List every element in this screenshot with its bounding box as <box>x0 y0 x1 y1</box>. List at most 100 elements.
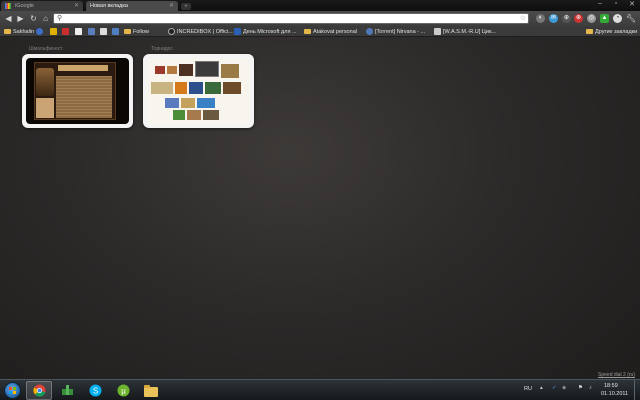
tray-app-icon[interactable]: ◆ <box>562 385 566 391</box>
taskbar-explorer[interactable] <box>138 381 164 400</box>
bookmark-follow[interactable]: Follow <box>124 27 149 36</box>
minimize-icon[interactable]: – <box>595 0 605 8</box>
preview-image <box>165 98 179 108</box>
action-center-icon[interactable]: ⚑ <box>578 385 583 391</box>
preview-image <box>195 61 219 77</box>
tab-new-tab[interactable]: Новая вкладка ✕ <box>86 1 178 11</box>
preview-image <box>205 82 221 94</box>
bookmark-label: День Microsoft для ... <box>243 28 297 35</box>
forward-icon[interactable]: ▶ <box>15 13 26 24</box>
svg-text:S: S <box>92 387 97 396</box>
speed-dial-thumbnail-2[interactable] <box>143 54 254 128</box>
search-icon: ⚲ <box>57 15 63 22</box>
preview-image <box>197 98 215 108</box>
preview-image <box>151 82 173 94</box>
thumbnail-title: Торнадос <box>151 46 173 52</box>
bookmark-label: Follow <box>133 28 149 35</box>
preview-image <box>167 66 177 74</box>
clock-date[interactable]: 01.10.2011 <box>601 391 628 397</box>
bookmark-label: Sakhalin <box>13 28 35 35</box>
extension-icon[interactable]: ▲ <box>600 14 609 23</box>
language-indicator[interactable]: RU <box>524 386 532 392</box>
extension-icon[interactable]: ◎ <box>587 14 596 23</box>
bookmark-icon[interactable] <box>36 28 43 35</box>
close-tab-icon[interactable]: ✕ <box>169 2 174 9</box>
bookmark-icon[interactable] <box>112 28 119 35</box>
bookmark-icon[interactable] <box>75 28 82 35</box>
other-bookmarks[interactable]: Другие закладки <box>586 27 637 36</box>
svg-text:µ: µ <box>121 387 126 396</box>
omnibox[interactable]: ⚲ ☆ <box>53 13 529 24</box>
speed-dial-link[interactable]: Speed dial 2 (ru) <box>598 372 635 378</box>
extension-icon[interactable]: ⊕ <box>562 14 571 23</box>
preview-text <box>56 76 112 118</box>
tray-network-icon[interactable]: ✓ <box>552 385 557 391</box>
taskbar-utorrent[interactable]: µ <box>110 381 136 400</box>
preview-image <box>36 68 54 96</box>
preview-image <box>181 98 195 108</box>
taskbar-chrome[interactable] <box>26 381 52 400</box>
maximize-icon[interactable]: ▫ <box>611 0 621 8</box>
thumbnail-title: Шмальфинест <box>29 46 63 52</box>
preview-header <box>58 65 108 71</box>
folder-icon <box>4 29 11 34</box>
thumbnail-preview <box>26 58 129 124</box>
application-icon <box>61 385 73 395</box>
extension-icon[interactable]: ◔ <box>613 14 622 23</box>
preview-image <box>179 64 193 76</box>
preview-image <box>189 82 203 94</box>
clock-time[interactable]: 18:59 <box>604 383 618 389</box>
preview-image <box>223 82 241 94</box>
bookmark-star-icon[interactable]: ☆ <box>520 14 526 24</box>
taskbar-skype[interactable]: S <box>82 381 108 400</box>
show-desktop-button[interactable] <box>634 380 640 400</box>
folder-explorer-icon <box>144 384 158 397</box>
close-window-icon[interactable]: ✕ <box>627 0 637 8</box>
folder-icon <box>304 29 311 34</box>
speed-dial-thumbnail-1[interactable] <box>22 54 133 128</box>
browser-toolbar: ◀ ▶ ↻ ⌂ ⚲ ☆ ◐ ✉ ⊕ ⊗ ◎ ▲ ◔ 🔧︎ <box>0 11 640 26</box>
tab-strip: iGoogle ✕ Новая вкладка ✕ + – ▫ ✕ <box>0 0 640 11</box>
bookmark-atakovat[interactable]: Atakovat personal <box>304 27 357 36</box>
preview-image <box>173 110 185 120</box>
bookmark-icon[interactable] <box>88 28 95 35</box>
bookmark-icon[interactable] <box>100 28 107 35</box>
preview-sidebar <box>36 98 54 118</box>
address-input[interactable] <box>66 15 516 23</box>
start-button[interactable] <box>4 382 21 399</box>
extension-icon[interactable]: ⊗ <box>574 14 583 23</box>
bookmark-wasm[interactable]: [W.A.S.M.-R.U] Цик... <box>434 27 496 36</box>
window-controls: – ▫ ✕ <box>595 0 637 8</box>
preview-image <box>155 66 165 74</box>
tab-igoogle[interactable]: iGoogle ✕ <box>1 1 83 11</box>
extension-icon[interactable]: ◐ <box>536 14 545 23</box>
bookmark-microsoft-day[interactable]: День Microsoft для ... <box>234 27 297 36</box>
home-icon[interactable]: ⌂ <box>40 13 51 24</box>
reload-icon[interactable]: ↻ <box>28 13 39 24</box>
bookmark-incredibox[interactable]: INCREDIBOX | Offici... <box>168 27 233 36</box>
bookmark-icon[interactable] <box>62 28 69 35</box>
back-icon[interactable]: ◀ <box>3 13 14 24</box>
bookmark-nirvana-torrent[interactable]: [Torrent] Nirvana - ... <box>366 27 425 36</box>
wrench-menu-icon[interactable]: 🔧︎ <box>626 14 636 23</box>
skype-icon: S <box>89 384 101 397</box>
taskbar-app[interactable] <box>54 381 80 400</box>
chrome-icon <box>32 384 45 397</box>
folder-icon <box>586 29 593 34</box>
incredibox-icon <box>168 28 175 35</box>
bookmark-icon[interactable] <box>50 28 57 35</box>
volume-icon[interactable]: ♪ <box>589 385 592 391</box>
bookmark-label: [Torrent] Nirvana - ... <box>375 28 426 35</box>
windows-logo-icon <box>9 387 16 394</box>
tray-expand-icon[interactable]: ▴ <box>540 385 543 391</box>
close-tab-icon[interactable]: ✕ <box>74 2 79 9</box>
google-favicon-icon <box>5 3 11 9</box>
bookmark-label: Atakovat personal <box>313 28 358 35</box>
tab-label: Новая вкладка <box>90 3 128 9</box>
extension-icon[interactable]: ✉ <box>549 14 558 23</box>
preview-image <box>221 64 239 78</box>
preview-image <box>203 110 219 120</box>
bookmark-sakhalin[interactable]: Sakhalin <box>4 27 34 36</box>
thumbnail-preview <box>147 58 250 124</box>
new-tab-button[interactable]: + <box>181 3 191 10</box>
